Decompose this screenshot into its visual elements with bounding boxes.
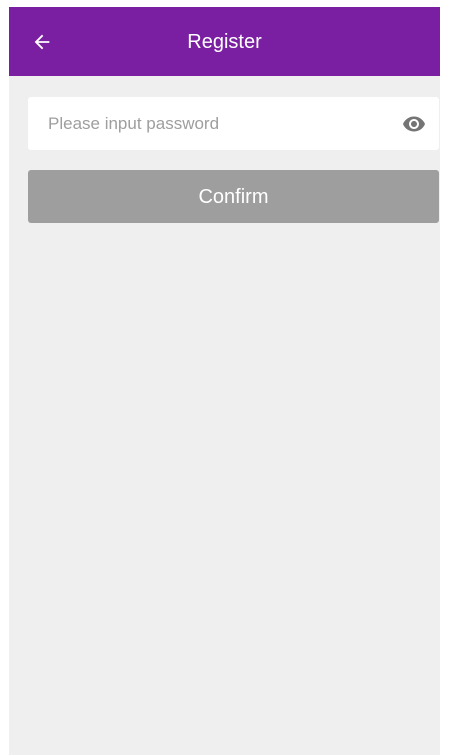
password-field-card: [28, 97, 439, 150]
arrow-left-icon: [34, 34, 50, 50]
page-title: Register: [187, 31, 262, 53]
register-screen: Register Confirm: [9, 7, 440, 755]
password-input[interactable]: [28, 97, 388, 150]
app-bar: Register: [9, 7, 440, 76]
toggle-password-visibility-button[interactable]: [399, 109, 429, 139]
back-button[interactable]: [25, 25, 59, 59]
eye-icon: [403, 116, 425, 132]
confirm-button[interactable]: Confirm: [28, 170, 439, 223]
